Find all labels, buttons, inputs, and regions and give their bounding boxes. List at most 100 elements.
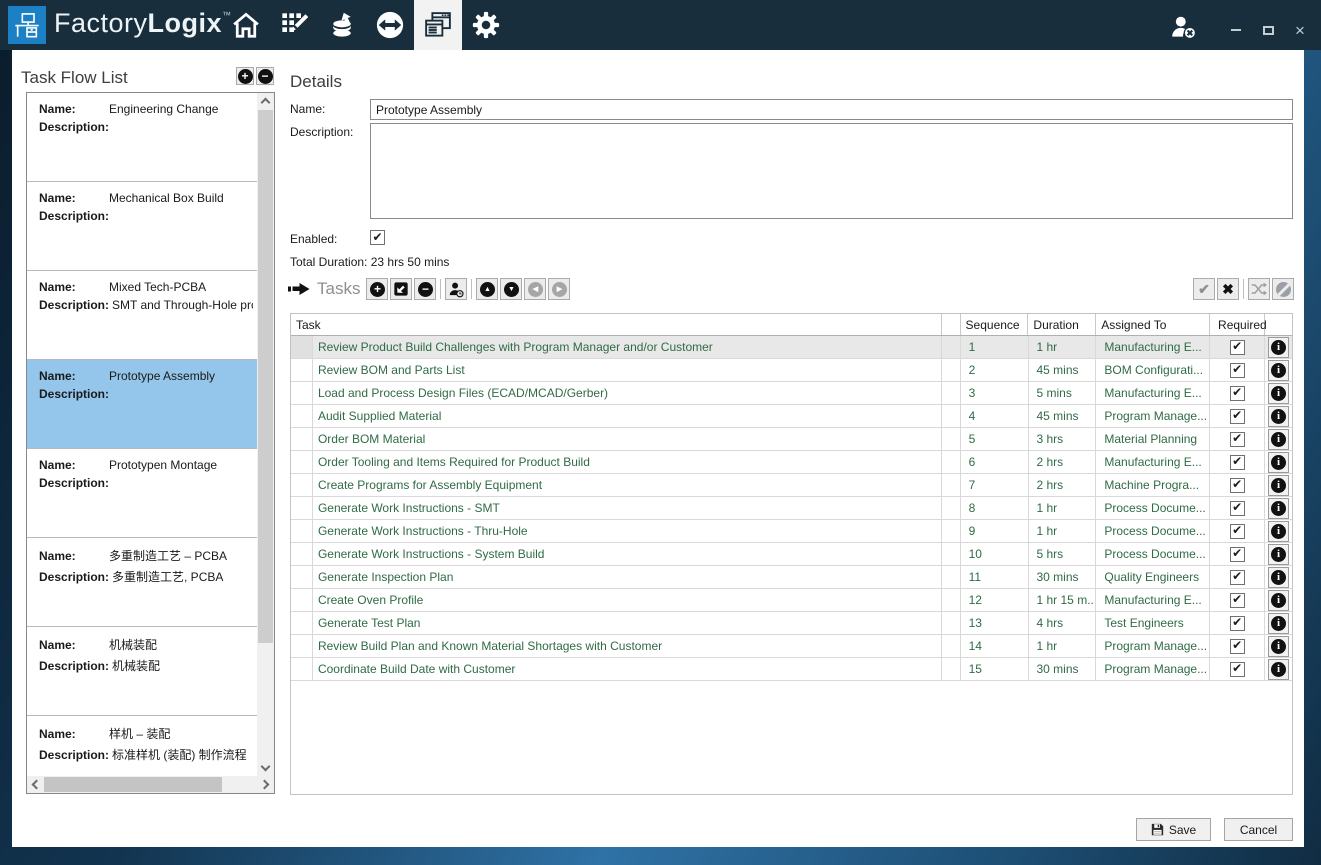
column-header-required[interactable]: Required <box>1210 314 1265 335</box>
info-button[interactable]: i <box>1268 337 1289 358</box>
duration-cell[interactable]: 4 hrs <box>1029 612 1097 634</box>
assigned-to-cell[interactable]: Material Planning <box>1096 428 1210 450</box>
info-button[interactable]: i <box>1268 521 1289 542</box>
task-name-cell[interactable]: Order BOM Material <box>313 428 942 450</box>
required-checkbox[interactable]: ✔ <box>1230 524 1245 539</box>
sequence-cell[interactable]: 3 <box>961 382 1029 404</box>
assigned-to-cell[interactable]: Process Docume... <box>1096 543 1210 565</box>
duration-cell[interactable]: 45 mins <box>1029 405 1097 427</box>
duration-cell[interactable]: 1 hr <box>1029 497 1097 519</box>
assigned-to-cell[interactable]: Quality Engineers <box>1096 566 1210 588</box>
add-task-button[interactable]: + <box>366 278 388 300</box>
task-row[interactable]: Generate Test Plan 13 4 hrs Test Enginee… <box>291 612 1292 635</box>
check-all-button[interactable]: ✔ <box>1193 278 1215 300</box>
horizontal-scrollbar[interactable] <box>27 776 274 793</box>
assigned-to-cell[interactable]: Process Docume... <box>1096 520 1210 542</box>
sequence-cell[interactable]: 13 <box>961 612 1029 634</box>
cancel-button[interactable]: Cancel <box>1224 818 1293 841</box>
row-header-cell[interactable] <box>291 405 313 427</box>
sequence-cell[interactable]: 10 <box>961 543 1029 565</box>
required-checkbox[interactable]: ✔ <box>1230 501 1245 516</box>
info-button[interactable]: i <box>1268 567 1289 588</box>
required-checkbox[interactable]: ✔ <box>1230 616 1245 631</box>
close-button[interactable]: × <box>1291 21 1309 39</box>
required-checkbox[interactable]: ✔ <box>1230 432 1245 447</box>
task-name-cell[interactable]: Audit Supplied Material <box>313 405 942 427</box>
task-name-cell[interactable]: Generate Test Plan <box>313 612 942 634</box>
required-checkbox[interactable]: ✔ <box>1230 570 1245 585</box>
task-name-cell[interactable]: Generate Work Instructions - System Buil… <box>313 543 942 565</box>
info-button[interactable]: i <box>1268 498 1289 519</box>
task-flow-list-item[interactable]: Name:机械装配 Description:机械装配 <box>27 627 257 716</box>
duration-cell[interactable]: 1 hr <box>1029 635 1097 657</box>
sequence-cell[interactable]: 12 <box>961 589 1029 611</box>
info-button[interactable]: i <box>1268 659 1289 680</box>
sequence-cell[interactable]: 9 <box>961 520 1029 542</box>
sequence-cell[interactable]: 1 <box>961 336 1029 358</box>
required-checkbox[interactable]: ✔ <box>1230 639 1245 654</box>
scroll-up-icon[interactable] <box>261 98 271 108</box>
sequence-cell[interactable]: 7 <box>961 474 1029 496</box>
assigned-to-cell[interactable]: BOM Configurati... <box>1096 359 1210 381</box>
row-header-cell[interactable] <box>291 589 313 611</box>
row-header-cell[interactable] <box>291 359 313 381</box>
shuffle-button[interactable] <box>1248 278 1270 300</box>
sequence-cell[interactable]: 8 <box>961 497 1029 519</box>
duration-cell[interactable]: 1 hr 15 m... <box>1029 589 1097 611</box>
task-name-cell[interactable]: Generate Inspection Plan <box>313 566 942 588</box>
task-flow-list-item[interactable]: Name:Engineering Change Description: <box>27 93 257 182</box>
row-header-cell[interactable] <box>291 336 313 358</box>
row-header-cell[interactable] <box>291 497 313 519</box>
transfer-circle-icon[interactable] <box>366 0 414 50</box>
task-flow-list-item[interactable]: Name:多重制造工艺 – PCBA Description:多重制造工艺, P… <box>27 538 257 627</box>
info-button[interactable]: i <box>1268 360 1289 381</box>
required-checkbox[interactable]: ✔ <box>1230 409 1245 424</box>
task-row[interactable]: Audit Supplied Material 4 45 mins Progra… <box>291 405 1292 428</box>
sequence-cell[interactable]: 4 <box>961 405 1029 427</box>
assigned-to-cell[interactable]: Manufacturing E... <box>1096 382 1210 404</box>
materials-database-icon[interactable] <box>318 0 366 50</box>
task-row[interactable]: Generate Work Instructions - SMT 8 1 hr … <box>291 497 1292 520</box>
task-row[interactable]: Load and Process Design Files (ECAD/MCAD… <box>291 382 1292 405</box>
row-header-cell[interactable] <box>291 520 313 542</box>
task-name-cell[interactable]: Order Tooling and Items Required for Pro… <box>313 451 942 473</box>
column-header-sequence[interactable]: Sequence <box>961 314 1029 335</box>
move-right-button[interactable]: ▶ <box>548 278 570 300</box>
assigned-to-cell[interactable]: Manufacturing E... <box>1096 451 1210 473</box>
production-edit-icon[interactable] <box>270 0 318 50</box>
task-row[interactable]: Review Build Plan and Known Material Sho… <box>291 635 1292 658</box>
row-header-cell[interactable] <box>291 474 313 496</box>
task-row[interactable]: Create Programs for Assembly Equipment 7… <box>291 474 1292 497</box>
duration-cell[interactable]: 3 hrs <box>1029 428 1097 450</box>
info-button[interactable]: i <box>1268 590 1289 611</box>
info-button[interactable]: i <box>1268 406 1289 427</box>
duration-cell[interactable]: 1 hr <box>1029 520 1097 542</box>
duration-cell[interactable]: 2 hrs <box>1029 474 1097 496</box>
description-textarea[interactable] <box>370 123 1293 219</box>
info-button[interactable]: i <box>1268 613 1289 634</box>
task-row[interactable]: Order BOM Material 5 3 hrs Material Plan… <box>291 428 1292 451</box>
enabled-checkbox[interactable]: ✔ <box>370 230 385 245</box>
move-down-button[interactable]: ▼ <box>500 278 522 300</box>
task-name-cell[interactable]: Generate Work Instructions - Thru-Hole <box>313 520 942 542</box>
row-header-cell[interactable] <box>291 543 313 565</box>
assigned-to-cell[interactable]: Program Manage... <box>1096 405 1210 427</box>
row-header-cell[interactable] <box>291 382 313 404</box>
task-row[interactable]: Generate Work Instructions - Thru-Hole 9… <box>291 520 1292 543</box>
row-header-cell[interactable] <box>291 451 313 473</box>
task-flow-list-item[interactable]: Name:Mixed Tech-PCBA Description:SMT and… <box>27 271 257 360</box>
info-button[interactable]: i <box>1268 383 1289 404</box>
task-name-cell[interactable]: Review BOM and Parts List <box>313 359 942 381</box>
required-checkbox[interactable]: ✔ <box>1230 455 1245 470</box>
duration-cell[interactable]: 1 hr <box>1029 336 1097 358</box>
scroll-right-icon[interactable] <box>260 780 270 790</box>
task-row[interactable]: Review Product Build Challenges with Pro… <box>291 336 1292 359</box>
task-flow-list-item[interactable]: Name:Prototype Assembly Description: <box>27 360 257 449</box>
assigned-to-cell[interactable]: Process Docume... <box>1096 497 1210 519</box>
duration-cell[interactable]: 30 mins <box>1029 658 1097 680</box>
task-flow-list-item[interactable]: Name:Mechanical Box Build Description: <box>27 182 257 271</box>
column-header-duration[interactable]: Duration <box>1028 314 1096 335</box>
info-button[interactable]: i <box>1268 452 1289 473</box>
import-task-button[interactable] <box>390 278 412 300</box>
task-name-cell[interactable]: Coordinate Build Date with Customer <box>313 658 942 680</box>
